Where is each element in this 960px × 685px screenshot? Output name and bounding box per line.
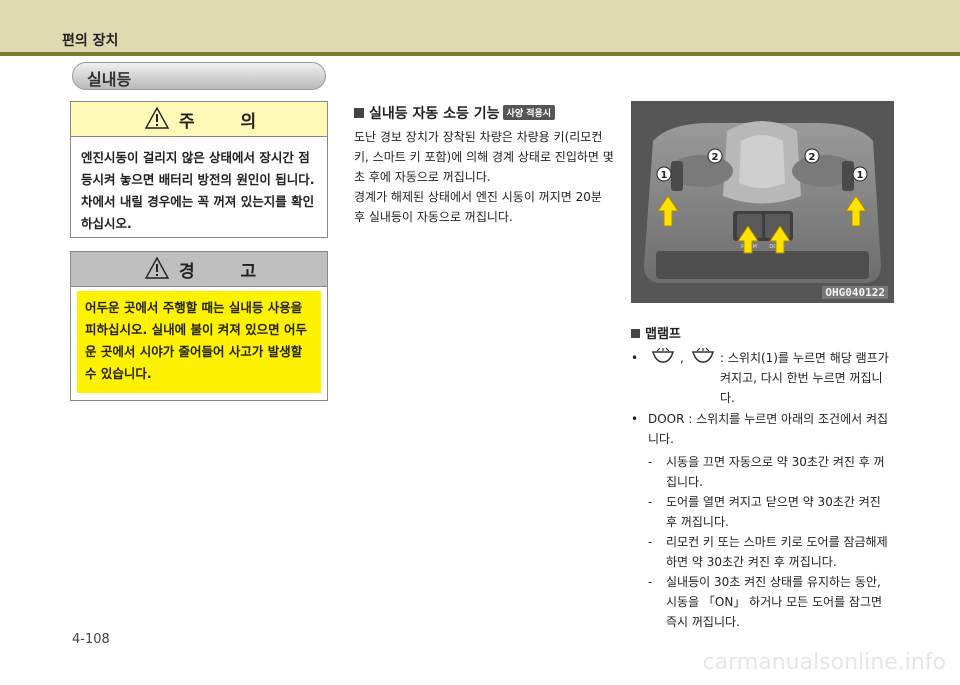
square-bullet-icon xyxy=(631,329,640,338)
callout-2-right: 2 xyxy=(804,148,820,164)
page-number: 4-108 xyxy=(72,632,110,647)
overhead-console-illustration: ROOM DOOR 1 1 2 2 xyxy=(631,101,894,303)
map-lamp-heading-text: 맵램프 xyxy=(645,327,681,342)
watermark: carmanualsonline.info xyxy=(702,650,946,675)
caution-title: 주 의 xyxy=(179,112,277,132)
map-lamp-condition-3: 리모컨 키 또는 스마트 키로 도어를 잠금해제하면 약 30초간 켜진 후 꺼… xyxy=(666,535,888,569)
auto-off-heading: 실내등 자동 소등 기능 사양 적용시 xyxy=(354,103,556,123)
map-lamp-left-icon xyxy=(651,348,675,363)
caution-header: 주 의 xyxy=(71,102,327,137)
chapter-title: 편의 장치 xyxy=(62,33,119,49)
square-bullet-icon xyxy=(354,108,364,118)
svg-text:1: 1 xyxy=(661,170,668,181)
svg-text:2: 2 xyxy=(712,152,719,163)
map-lamp-photo: ROOM DOOR 1 1 2 2 OHG040122 xyxy=(631,101,894,303)
dash-bullet: - xyxy=(648,535,653,549)
warning-box: 경 고 어두운 곳에서 주행할 때는 실내등 사용을 피하십시오. 실내에 불이… xyxy=(70,251,328,401)
caution-text: 엔진시동이 걸리지 않은 상태에서 장시간 점등시켜 놓으면 배터리 방전의 원… xyxy=(81,150,315,231)
warning-title: 경 고 xyxy=(179,262,277,282)
map-lamp-heading: 맵램프 xyxy=(631,323,681,342)
auto-off-paragraph-2: 경계가 해제된 상태에서 엔진 시동이 꺼지면 20분 후 실내등이 자동으로 … xyxy=(354,190,602,224)
photo-code: OHG040122 xyxy=(822,286,888,299)
callout-1-left: 1 xyxy=(656,166,672,182)
dash-bullet: - xyxy=(648,495,653,509)
auto-off-body: 도난 경보 장치가 장착된 차량은 차량용 키(리모컨 키, 스마트 키 포함)… xyxy=(354,127,616,227)
section-title-pill: 실내등 xyxy=(72,62,326,90)
warning-text: 어두운 곳에서 주행할 때는 실내등 사용을 피하십시오. 실내에 불이 켜져 … xyxy=(77,291,321,393)
bullet-dot: • xyxy=(631,351,639,365)
warning-header: 경 고 xyxy=(71,252,327,287)
map-lamp-condition-4: 실내등이 30초 켜진 상태를 유지하는 동안, 시동을 「ON」 하거나 모든… xyxy=(666,575,883,629)
map-lamp-right-icon xyxy=(691,348,715,363)
dash-bullet: - xyxy=(648,455,653,469)
callout-1-right: 1 xyxy=(852,166,868,182)
map-lamp-item-2: DOOR : 스위치를 누르면 아래의 조건에서 켜집니다. xyxy=(648,412,889,446)
map-lamp-item-1: : 스위치(1)를 누르면 해당 램프가 켜지고, 다시 한번 누르면 꺼집니다… xyxy=(720,351,889,405)
auto-off-heading-text: 실내등 자동 소등 기능 xyxy=(369,106,500,122)
map-lamp-condition-1: 시동을 끄면 자동으로 약 30초간 켜진 후 꺼집니다. xyxy=(666,455,885,489)
svg-text:1: 1 xyxy=(857,170,864,181)
auto-off-paragraph-1: 도난 경보 장치가 장착된 차량은 차량용 키(리모컨 키, 스마트 키 포함)… xyxy=(354,130,614,184)
map-lamp-condition-2: 도어를 열면 켜지고 닫으면 약 30초간 켜진 후 꺼집니다. xyxy=(666,495,881,529)
warning-triangle-icon xyxy=(145,257,169,279)
header-bar xyxy=(0,0,960,52)
callout-2-left: 2 xyxy=(707,148,723,164)
caution-box: 주 의 엔진시동이 걸리지 않은 상태에서 장시간 점등시켜 놓으면 배터리 방… xyxy=(70,101,328,238)
icon-separator: , xyxy=(680,351,684,365)
warning-triangle-icon xyxy=(145,107,169,129)
option-badge: 사양 적용시 xyxy=(502,105,556,120)
dash-bullet: - xyxy=(648,575,653,589)
svg-text:2: 2 xyxy=(809,152,816,163)
header-divider xyxy=(0,52,960,56)
section-title: 실내등 xyxy=(87,70,132,89)
bullet-dot: • xyxy=(631,412,639,426)
